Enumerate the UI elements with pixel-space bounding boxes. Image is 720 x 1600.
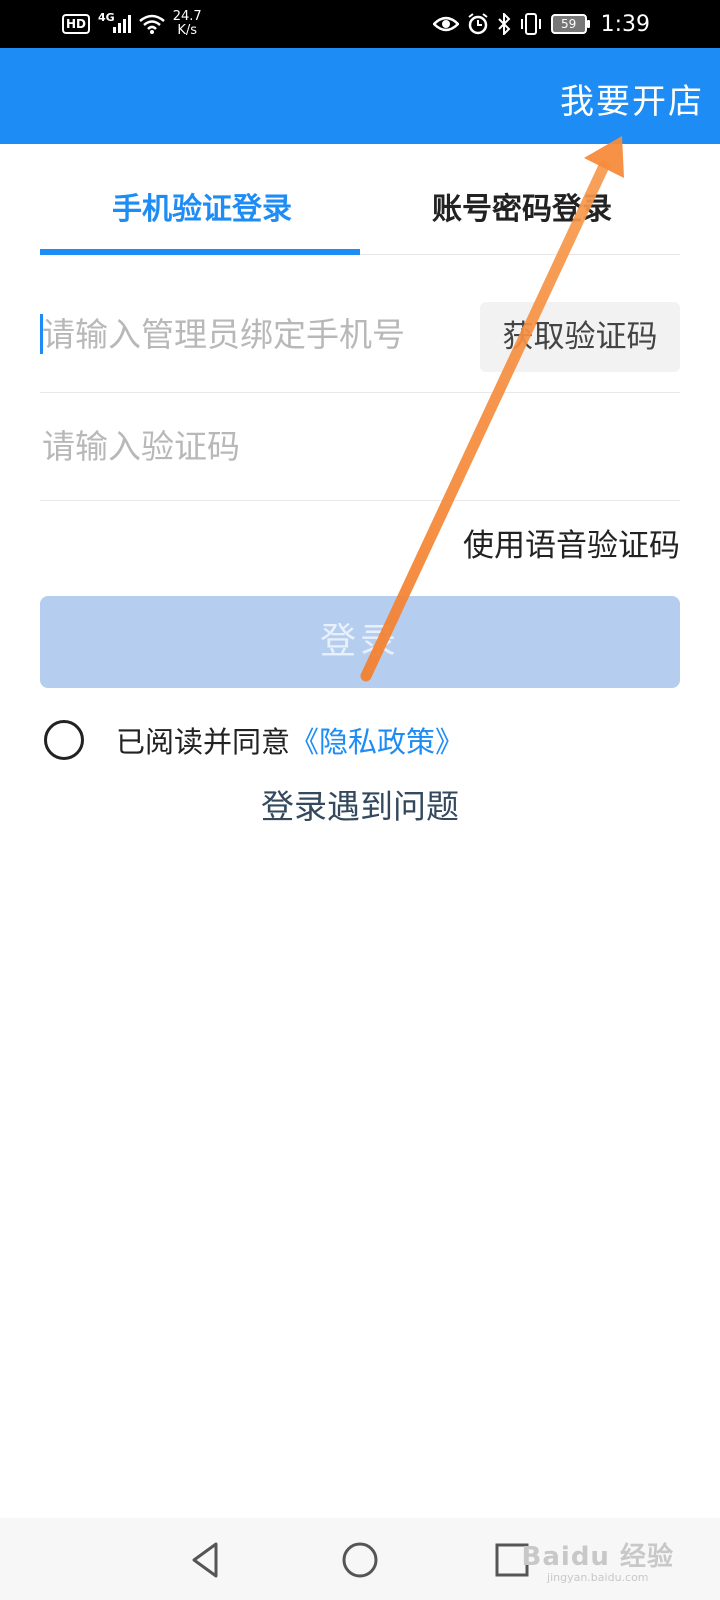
eye-icon <box>432 16 459 32</box>
watermark-main: Baidu 经验 <box>521 1542 674 1572</box>
speed-unit: K/s <box>177 23 198 38</box>
network-speed: 24.7 K/s <box>173 10 202 38</box>
speed-value: 24.7 <box>172 9 202 24</box>
home-icon[interactable] <box>338 1538 382 1582</box>
phone-input[interactable] <box>42 312 472 356</box>
back-icon[interactable] <box>184 1538 228 1582</box>
login-trouble-link[interactable]: 登录遇到问题 <box>0 780 720 828</box>
status-bar: HD 4G 24.7 K/s 59 1:39 <box>0 0 720 48</box>
privacy-policy-link[interactable]: 《隐私政策》 <box>290 719 464 761</box>
wifi-icon <box>138 14 165 34</box>
status-left: HD 4G 24.7 K/s <box>62 8 202 40</box>
voice-code-link[interactable]: 使用语音验证码 <box>463 520 680 565</box>
signal-icon <box>112 15 131 33</box>
code-row <box>40 392 680 501</box>
network-type: 4G <box>98 10 115 24</box>
agreement-row: 已阅读并同意 《隐私政策》 <box>44 720 464 760</box>
tab-password-login[interactable]: 账号密码登录 <box>432 184 612 228</box>
baidu-watermark: Baidu 经验 jingyan.baidu.com <box>522 1536 674 1584</box>
bluetooth-icon <box>497 13 511 35</box>
vibrate-icon <box>520 13 541 35</box>
open-shop-button[interactable]: 我要开店 <box>560 74 704 123</box>
login-button[interactable]: 登录 <box>40 596 680 688</box>
login-tabs: 手机验证登录 账号密码登录 <box>40 144 680 255</box>
phone-row: 获取验证码 <box>40 254 680 393</box>
hd-badge: HD <box>62 14 91 34</box>
agree-text: 已阅读并同意 <box>116 725 291 759</box>
verification-code-input[interactable] <box>42 424 602 468</box>
battery-icon: 59 <box>550 14 590 34</box>
status-right: 59 1:39 <box>432 8 650 40</box>
clock: 1:39 <box>600 11 650 37</box>
get-code-button[interactable]: 获取验证码 <box>480 302 680 372</box>
tab-sms-login[interactable]: 手机验证登录 <box>112 184 292 228</box>
agree-radio[interactable] <box>44 720 84 760</box>
app-header: 我要开店 <box>0 48 720 144</box>
alarm-icon <box>467 13 488 35</box>
